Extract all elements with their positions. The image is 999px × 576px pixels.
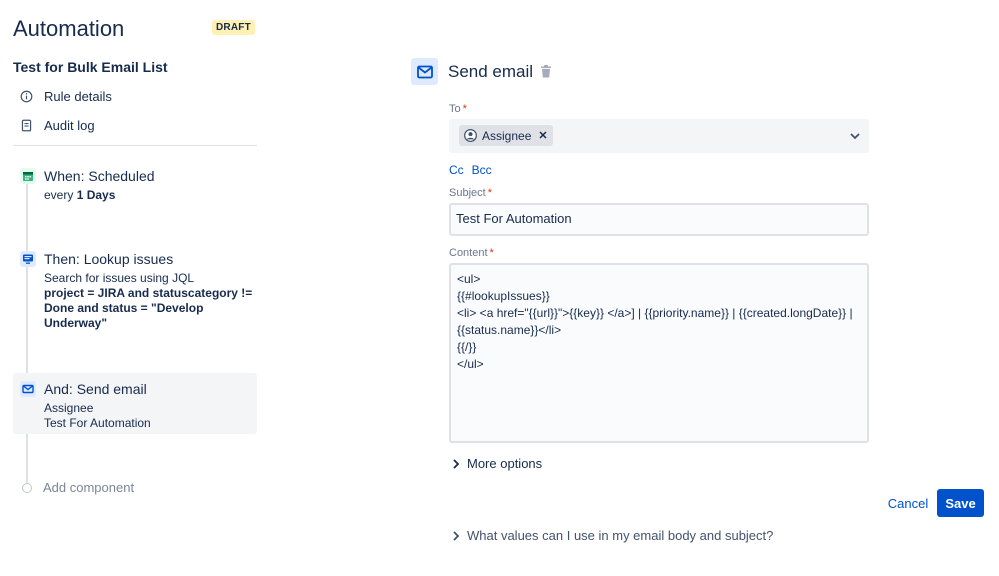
cancel-button[interactable]: Cancel <box>882 490 934 517</box>
content-line: </ul> <box>457 357 484 371</box>
nav-rule-details-label: Rule details <box>44 89 112 104</box>
nav-audit-log-label: Audit log <box>44 118 95 133</box>
content-label-text: Content <box>449 247 488 259</box>
to-field[interactable]: Assignee ✕ <box>449 119 869 153</box>
step-detail-prefix: every <box>44 188 77 202</box>
required-marker: * <box>462 103 467 115</box>
step-detail: Test For Automation <box>44 416 151 430</box>
content-line: <li> <a href="{{url}}">{{key}} </a>] | {… <box>457 306 853 320</box>
divider <box>13 145 257 146</box>
action-title: Send email <box>448 62 534 81</box>
step-detail: Assignee <box>44 401 94 415</box>
more-options-label: More options <box>467 456 543 471</box>
subject-input[interactable]: Test For Automation <box>449 203 869 236</box>
chevron-down-icon[interactable] <box>849 129 861 147</box>
step-title: Then: Lookup issues <box>44 251 174 267</box>
step-title: When: Scheduled <box>44 168 155 184</box>
step-when-scheduled[interactable]: When: Scheduled every 1 Days <box>13 166 257 210</box>
bcc-link[interactable]: Bcc <box>472 163 492 177</box>
jql-line: Done and status = "Develop <box>44 301 204 315</box>
content-line: {{/}} <box>457 340 477 354</box>
add-dot-icon <box>22 482 32 493</box>
add-component-button[interactable]: Add component <box>22 480 134 495</box>
step-lookup-issues[interactable]: Then: Lookup issues Search for issues us… <box>13 249 257 339</box>
content-textarea[interactable]: <ul> {{#lookupIssues}} <li> <a href="{{u… <box>449 263 869 443</box>
more-options-toggle[interactable]: More options <box>452 456 542 471</box>
mail-icon <box>20 381 36 397</box>
save-button[interactable]: Save <box>937 489 984 517</box>
chip-label: Assignee <box>482 128 532 143</box>
to-label-text: To <box>449 103 461 115</box>
content-line: <ul> <box>457 272 481 286</box>
page-title: Automation <box>13 16 125 41</box>
nav-audit-log[interactable]: Audit log <box>20 118 95 133</box>
info-icon <box>20 90 33 103</box>
content-label: Content * <box>449 247 494 259</box>
mail-icon <box>411 58 438 85</box>
step-detail: every 1 Days <box>44 188 257 203</box>
subject-label-text: Subject <box>449 187 486 199</box>
user-avatar-icon <box>464 129 477 142</box>
calendar-icon <box>20 168 36 184</box>
draft-badge: DRAFT <box>212 20 255 35</box>
step-detail-value: 1 Days <box>76 188 116 202</box>
step-detail: Search for issues using JQL <box>44 271 195 285</box>
email-values-help-toggle[interactable]: What values can I use in my email body a… <box>452 528 773 543</box>
help-label: What values can I use in my email body a… <box>467 528 774 543</box>
nav-rule-details[interactable]: Rule details <box>20 89 112 104</box>
rule-name: Test for Bulk Email List <box>13 59 168 75</box>
step-send-email[interactable]: And: Send email Assignee Test For Automa… <box>13 373 257 434</box>
content-line: {{status.name}}</li> <box>457 323 562 337</box>
add-component-label: Add component <box>43 480 135 495</box>
subject-label: Subject * <box>449 187 492 199</box>
jql-line: Underway" <box>44 316 108 330</box>
remove-chip-icon[interactable]: ✕ <box>538 129 547 142</box>
to-label: To * <box>449 103 467 115</box>
trash-icon[interactable] <box>540 65 552 83</box>
cc-link[interactable]: Cc <box>449 163 464 177</box>
required-marker: * <box>487 187 492 199</box>
document-icon <box>21 119 32 132</box>
monitor-icon <box>20 251 36 267</box>
assignee-chip: Assignee ✕ <box>459 125 553 146</box>
content-line: {{#lookupIssues}} <box>457 289 550 303</box>
jql-line: project = JIRA and statuscategory != <box>44 286 253 300</box>
step-title: And: Send email <box>44 381 147 397</box>
required-marker: * <box>489 247 494 259</box>
chevron-right-icon <box>453 530 460 541</box>
chevron-right-icon <box>453 458 460 469</box>
cc-bcc-links: Cc Bcc <box>449 163 492 177</box>
